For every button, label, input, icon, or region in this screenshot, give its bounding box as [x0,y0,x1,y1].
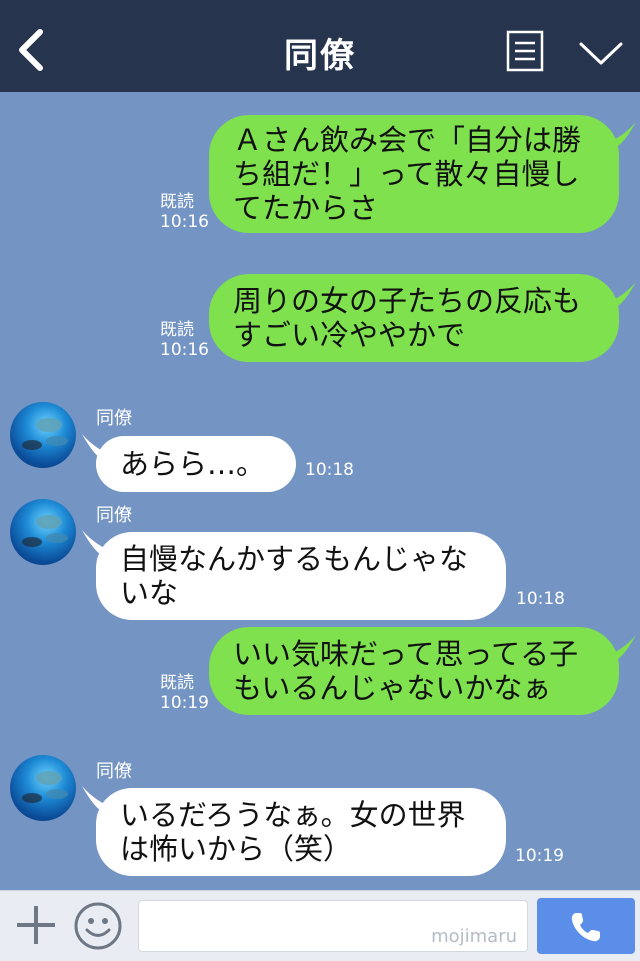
chat-bubble[interactable]: Ａさん飲み会で「自分は勝 ち組だ！」って散々自慢し てたからさ [209,115,619,233]
input-bar: mojimaru [0,890,640,961]
message-input[interactable]: mojimaru [138,900,528,952]
message-time: 10:18 [305,460,354,480]
message-text: 自慢なんかするもんじゃな いな [120,542,469,610]
chat-header: 同僚 [0,0,640,92]
message-list[interactable]: 既読 10:16 Ａさん飲み会で「自分は勝 ち組だ！」って散々自慢し てたからさ… [0,92,640,890]
chat-bubble[interactable]: いるだろうなぁ。女の世界 は怖いから（笑） [96,788,506,876]
read-receipt: 既読 10:16 [160,320,209,360]
avatar[interactable] [10,755,76,821]
read-label: 既読 [160,192,194,212]
chat-title: 同僚 [284,36,356,76]
avatar[interactable] [10,402,76,468]
plus-icon[interactable] [14,903,58,947]
read-label: 既読 [160,320,194,340]
message-text: いい気味だって思ってる子 もいるんじゃないかなぁ [233,637,579,705]
message-text: あらら…。 [120,447,266,481]
message-time: 10:19 [160,693,209,713]
sender-name: 同僚 [96,505,132,526]
bubble-tail [604,282,636,306]
sender-name: 同僚 [96,408,132,429]
call-button[interactable] [537,898,635,954]
read-receipt: 既読 10:16 [160,192,209,232]
message-time: 10:16 [160,340,209,360]
chat-bubble[interactable]: あらら…。 [96,436,296,492]
chevron-down-icon[interactable] [578,40,624,68]
avatar[interactable] [10,499,76,565]
message-time: 10:16 [160,212,209,232]
chat-bubble[interactable]: いい気味だって思ってる子 もいるんじゃないかなぁ [209,627,619,715]
menu-lines-icon[interactable] [506,30,544,72]
bubble-tail [604,122,636,146]
message-time: 10:18 [516,589,565,609]
chat-bubble[interactable]: 周りの女の子たちの反応も すごい冷ややかで [209,274,619,362]
message-time: 10:19 [515,846,564,866]
read-label: 既読 [160,673,194,693]
chat-bubble[interactable]: 自慢なんかするもんじゃな いな [96,532,506,620]
read-receipt: 既読 10:19 [160,673,209,713]
message-text: いるだろうなぁ。女の世界 は怖いから（笑） [120,798,466,866]
message-text: Ａさん飲み会で「自分は勝 ち組だ！」って散々自慢し てたからさ [233,123,582,225]
bubble-tail [604,635,636,659]
message-text: 周りの女の子たちの反応も すごい冷ややかで [233,284,582,352]
phone-icon [571,913,600,942]
watermark: mojimaru [431,926,517,947]
smile-icon[interactable] [73,901,123,951]
sender-name: 同僚 [96,761,132,782]
